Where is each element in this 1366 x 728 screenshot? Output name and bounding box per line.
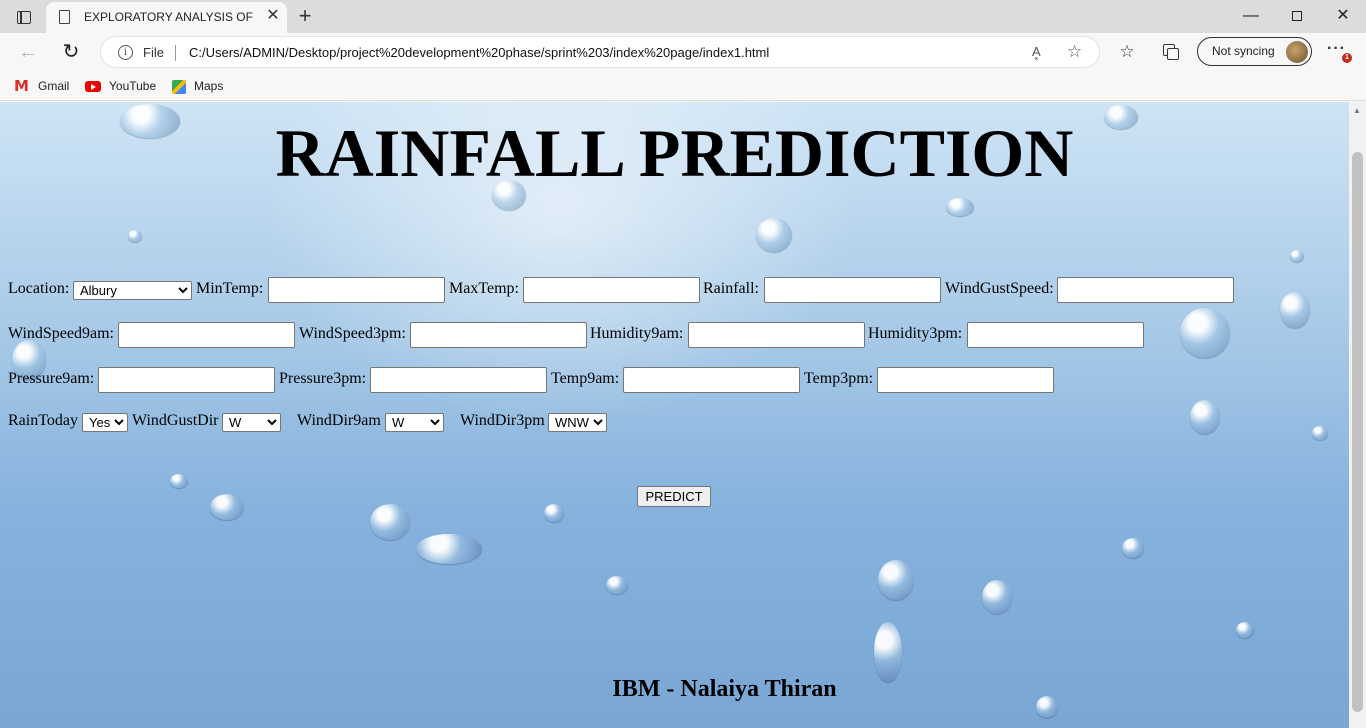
water-drop-decoration [606, 576, 628, 594]
tab-actions-icon[interactable] [8, 6, 40, 28]
pressure-9am-input[interactable] [98, 367, 275, 393]
bookmark-label: Maps [194, 79, 224, 93]
location-label: Location: [8, 280, 70, 297]
back-arrow-icon[interactable]: ← [13, 38, 43, 66]
water-drop-decoration [370, 504, 410, 540]
browser-title-bar: EXPLORATORY ANALYSIS OF RAINFALL ✕ + — ✕ [0, 0, 1366, 33]
info-icon[interactable]: i [118, 45, 133, 60]
predict-button[interactable]: PREDICT [637, 486, 711, 507]
footer-text: IBM - Nalaiya Thiran [612, 676, 837, 702]
notification-badge: 1 [1342, 53, 1352, 63]
water-drop-decoration [946, 198, 974, 216]
browser-tab[interactable]: EXPLORATORY ANALYSIS OF RAINFALL ✕ [46, 2, 287, 33]
humidity-9am-label: Humidity9am: [590, 325, 684, 342]
address-separator [175, 45, 176, 61]
gmail-icon [14, 77, 30, 95]
favorites-icon[interactable]: ☆ [1115, 40, 1139, 64]
pressure-9am-label: Pressure9am: [8, 370, 95, 387]
water-drop-decoration [170, 474, 188, 488]
water-drop-decoration [416, 534, 482, 564]
rain-today-select[interactable]: Yes [82, 413, 128, 432]
wind-dir-9am-label: WindDir9am [297, 412, 381, 429]
max-temp-label: MaxTemp: [449, 280, 519, 297]
profile-button[interactable]: Not syncing [1197, 37, 1312, 66]
collections-icon[interactable] [1159, 40, 1183, 64]
url-text[interactable]: C:/Users/ADMIN/Desktop/project%20develop… [189, 45, 769, 60]
bookmarks-bar: Gmail YouTube Maps [0, 71, 1366, 101]
scrollbar-thumb[interactable] [1352, 152, 1363, 712]
wind-dir-3pm-label: WindDir3pm [460, 412, 545, 429]
restore-icon[interactable] [1274, 4, 1320, 28]
window-close-icon[interactable]: ✕ [1320, 4, 1366, 28]
scroll-up-icon[interactable]: ▲ [1353, 106, 1361, 115]
avatar [1286, 41, 1308, 63]
water-drop-decoration [210, 494, 244, 520]
humidity-3pm-input[interactable] [967, 322, 1144, 348]
wind-gust-dir-label: WindGustDir [132, 412, 219, 429]
maps-icon [172, 79, 186, 94]
read-aloud-icon[interactable]: A͓ [1032, 44, 1041, 59]
minimize-icon[interactable]: — [1228, 4, 1274, 28]
wind-gust-speed-label: WindGustSpeed: [945, 280, 1054, 297]
document-icon [59, 10, 70, 24]
water-drop-decoration [1122, 538, 1144, 558]
bookmark-maps[interactable]: Maps [172, 77, 223, 95]
address-scheme-label: File [143, 45, 164, 60]
humidity-9am-input[interactable] [688, 322, 865, 348]
water-drop-decoration [756, 218, 792, 252]
bookmark-label: Gmail [38, 79, 70, 93]
page-title: RAINFALL PREDICTION [275, 115, 1074, 191]
rainfall-label: Rainfall: [703, 280, 759, 297]
water-drop-decoration [128, 230, 142, 242]
tab-close-icon[interactable]: ✕ [264, 7, 282, 25]
bookmark-gmail[interactable]: Gmail [14, 77, 69, 95]
temp-9am-label: Temp9am: [551, 370, 620, 387]
new-tab-icon[interactable]: + [293, 4, 317, 28]
temp-3pm-input[interactable] [877, 367, 1054, 393]
youtube-icon [85, 81, 101, 93]
bookmark-youtube[interactable]: YouTube [85, 77, 156, 95]
wind-gust-speed-input[interactable] [1057, 277, 1234, 303]
wind-speed-9am-label: WindSpeed9am: [8, 325, 114, 342]
browser-toolbar: ← ↻ i File C:/Users/ADMIN/Desktop/projec… [0, 33, 1366, 71]
water-drop-decoration [874, 622, 902, 682]
water-drop-decoration [878, 560, 914, 600]
temp-3pm-label: Temp3pm: [804, 370, 874, 387]
max-temp-input[interactable] [523, 277, 700, 303]
wind-dir-3pm-select[interactable]: WNW [548, 413, 607, 432]
address-bar[interactable]: i File C:/Users/ADMIN/Desktop/project%20… [100, 36, 1100, 68]
pressure-3pm-input[interactable] [370, 367, 547, 393]
temp-9am-input[interactable] [623, 367, 800, 393]
page-viewport: RAINFALL PREDICTION Location: Albury Min… [0, 102, 1349, 728]
water-drop-decoration [1236, 622, 1254, 638]
profile-label: Not syncing [1212, 44, 1275, 58]
wind-gust-dir-select[interactable]: W [222, 413, 281, 432]
rain-today-label: RainToday [8, 412, 78, 429]
form-row-3: Pressure9am: Pressure3pm: Temp9am: Temp3… [8, 367, 1348, 393]
min-temp-label: MinTemp: [196, 280, 264, 297]
form-row-1: Location: Albury MinTemp: MaxTemp: Rainf… [8, 277, 1348, 303]
tab-title: EXPLORATORY ANALYSIS OF RAINFALL [84, 10, 256, 24]
water-drop-decoration [1290, 250, 1304, 262]
water-drop-decoration [982, 580, 1012, 614]
pressure-3pm-label: Pressure3pm: [279, 370, 367, 387]
form-row-4: RainToday Yes WindGustDir W WindDir9am W… [8, 409, 1348, 435]
wind-speed-3pm-input[interactable] [410, 322, 587, 348]
location-select[interactable]: Albury [73, 281, 192, 300]
rainfall-input[interactable] [764, 277, 941, 303]
add-favorite-icon[interactable]: ☆ [1067, 42, 1082, 62]
wind-dir-9am-select[interactable]: W [385, 413, 444, 432]
form-row-2: WindSpeed9am: WindSpeed3pm: Humidity9am:… [8, 322, 1348, 348]
humidity-3pm-label: Humidity3pm: [868, 325, 963, 342]
min-temp-input[interactable] [268, 277, 445, 303]
reload-icon[interactable]: ↻ [56, 38, 86, 66]
water-drop-decoration [544, 504, 564, 522]
page-scrollbar[interactable]: ▲ [1349, 102, 1366, 728]
bookmark-label: YouTube [109, 79, 157, 93]
wind-speed-9am-input[interactable] [118, 322, 295, 348]
wind-speed-3pm-label: WindSpeed3pm: [299, 325, 406, 342]
